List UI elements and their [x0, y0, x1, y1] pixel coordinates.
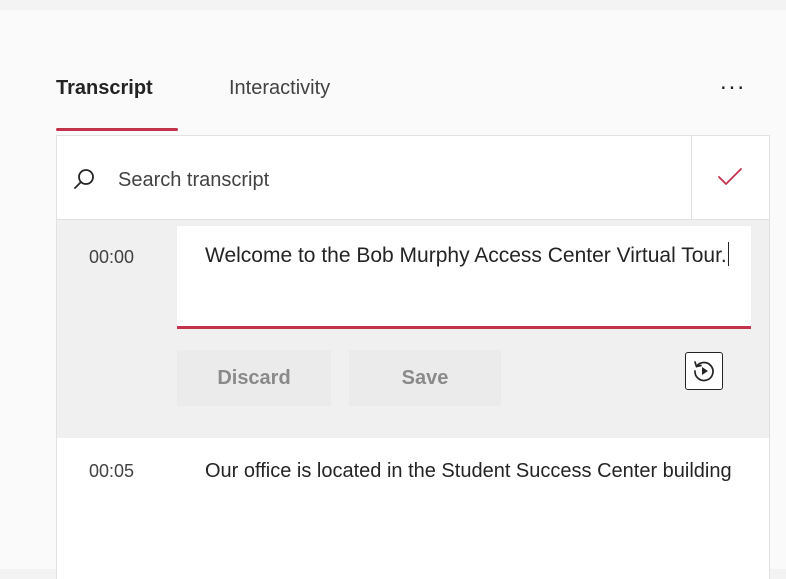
entry-edit-text[interactable]: Welcome to the Bob Murphy Access Center …	[205, 240, 745, 271]
entry-timestamp[interactable]: 00:05	[89, 458, 134, 484]
transcript-entry-editing: 00:00 Welcome to the Bob Murphy Access C…	[57, 220, 769, 438]
transcript-card: 00:00 Welcome to the Bob Murphy Access C…	[56, 135, 770, 579]
entry-timestamp[interactable]: 00:00	[89, 244, 134, 270]
search-input[interactable]	[118, 166, 678, 194]
active-tab-indicator	[56, 128, 178, 131]
entry-text[interactable]: Our office is located in the Student Suc…	[205, 456, 745, 487]
confirm-button[interactable]	[691, 136, 769, 219]
checkmark-icon	[718, 168, 742, 185]
search-bar	[57, 136, 769, 220]
transcript-panel: Transcript Interactivity ... 00:00 Welco…	[0, 10, 786, 579]
tab-bar: Transcript Interactivity ...	[0, 10, 786, 135]
more-options-icon[interactable]: ...	[720, 70, 746, 94]
transcript-entry[interactable]: 00:05 Our office is located in the Stude…	[57, 438, 769, 548]
tab-transcript[interactable]: Transcript	[56, 74, 153, 102]
replay-button[interactable]	[685, 352, 723, 390]
text-caret	[727, 242, 729, 266]
tab-interactivity[interactable]: Interactivity	[229, 74, 330, 102]
search-icon	[74, 169, 94, 189]
entry-edit-field[interactable]: Welcome to the Bob Murphy Access Center …	[177, 226, 751, 329]
save-button[interactable]: Save	[349, 350, 501, 406]
replay-icon	[694, 361, 714, 382]
discard-button[interactable]: Discard	[177, 350, 331, 406]
